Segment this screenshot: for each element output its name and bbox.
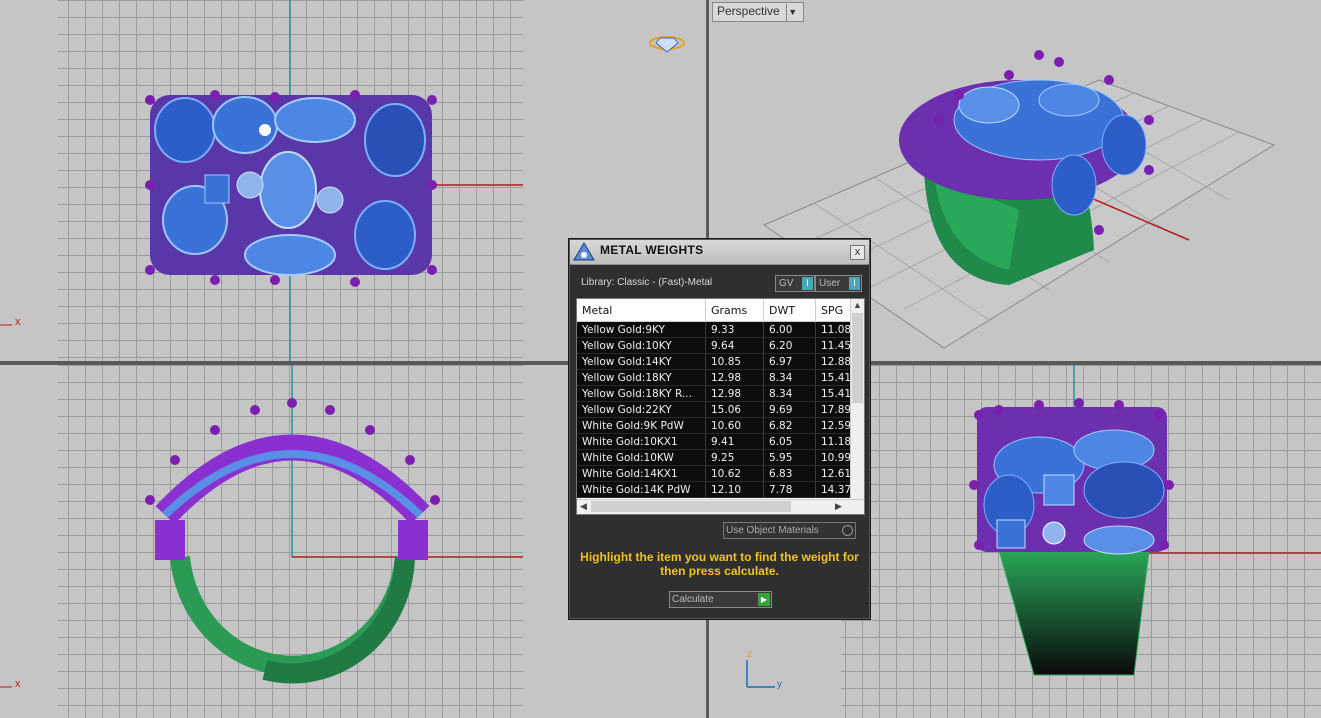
table-cell: 9.41 (705, 433, 764, 450)
table-cell: 6.20 (763, 337, 816, 354)
vertical-scrollbar[interactable]: ▲ (850, 299, 864, 499)
gizmo-y-label: y (777, 679, 782, 690)
table-cell: 12.10 (705, 481, 764, 498)
table-cell: 6.05 (763, 433, 816, 450)
user-toggle[interactable]: User I (815, 275, 862, 292)
toggle-knob-icon: I (802, 277, 813, 290)
toggle-knob-icon: I (849, 277, 860, 290)
table-cell: 9.64 (705, 337, 764, 354)
table-cell: 9.69 (763, 401, 816, 418)
instruction-text: Highlight the item you want to find the … (580, 550, 859, 578)
table-cell: White Gold:10KX1 (577, 433, 706, 450)
chevron-down-icon[interactable]: ▼ (785, 4, 799, 21)
play-icon: ▶ (758, 593, 770, 606)
app-logo-icon (573, 242, 595, 261)
scroll-left-icon[interactable]: ◀ (580, 501, 587, 512)
table-cell: Yellow Gold:10KY (577, 337, 706, 354)
column-header-grams[interactable]: Grams (705, 299, 764, 322)
scrollbar-thumb[interactable] (591, 501, 791, 512)
table-cell: Yellow Gold:18KY (577, 369, 706, 386)
table-cell: Yellow Gold:18KY R... (577, 385, 706, 402)
table-row[interactable]: Yellow Gold:22KY 15.06 9.69 17.89 (577, 401, 858, 418)
table-row[interactable]: White Gold:9K PdW 10.60 6.82 12.59 (577, 417, 858, 434)
table-cell: 6.00 (763, 321, 816, 338)
table-cell: 15.06 (705, 401, 764, 418)
table-row[interactable]: White Gold:14K PdW 12.10 7.78 14.37 (577, 481, 858, 498)
calculate-button[interactable]: Calculate ▶ (669, 591, 772, 608)
table-cell: 5.95 (763, 449, 816, 466)
scroll-right-icon[interactable]: ▶ (835, 501, 842, 512)
table-cell: 10.85 (705, 353, 764, 370)
library-label: Library: Classic - (Fast)-Metal (581, 277, 713, 288)
column-header-metal[interactable]: Metal (577, 299, 706, 322)
table-cell: 6.82 (763, 417, 816, 434)
metal-weights-dialog: METAL WEIGHTS x Library: Classic - (Fast… (569, 239, 870, 619)
table-cell: Yellow Gold:9KY (577, 321, 706, 338)
table-cell: White Gold:10KW (577, 449, 706, 466)
table-cell: 7.78 (763, 481, 816, 498)
table-cell: Yellow Gold:22KY (577, 401, 706, 418)
horizontal-scrollbar[interactable]: ◀ ▶ (577, 499, 864, 514)
table-cell: 9.33 (705, 321, 764, 338)
table-cell: 9.25 (705, 449, 764, 466)
table-cell: 8.34 (763, 385, 816, 402)
table-cell: 12.98 (705, 369, 764, 386)
use-object-materials-toggle[interactable]: Use Object Materials (723, 522, 856, 539)
view-cube-gem-icon[interactable] (648, 32, 686, 54)
axis-x-label: x (15, 678, 21, 690)
table-header-row: Metal Grams DWT SPG (577, 299, 858, 322)
close-button[interactable]: x (850, 245, 865, 260)
table-cell: 10.60 (705, 417, 764, 434)
table-row[interactable]: Yellow Gold:9KY 9.33 6.00 11.08 (577, 321, 858, 338)
table-row[interactable]: White Gold:10KW 9.25 5.95 10.99 (577, 449, 858, 466)
table-cell: 12.98 (705, 385, 764, 402)
gizmo-z-label: z (747, 649, 752, 660)
table-row[interactable]: Yellow Gold:14KY 10.85 6.97 12.88 (577, 353, 858, 370)
dialog-title: METAL WEIGHTS (600, 243, 704, 257)
gv-toggle[interactable]: GV I (775, 275, 815, 292)
table-row[interactable]: Yellow Gold:18KY 12.98 8.34 15.41 (577, 369, 858, 386)
table-row[interactable]: Yellow Gold:18KY R... 12.98 8.34 15.41 (577, 385, 858, 402)
table-row[interactable]: Yellow Gold:10KY 9.64 6.20 11.45 (577, 337, 858, 354)
scrollbar-thumb[interactable] (852, 313, 863, 403)
dialog-titlebar[interactable]: METAL WEIGHTS x (570, 240, 869, 265)
table-cell: White Gold:9K PdW (577, 417, 706, 434)
table-cell: 6.97 (763, 353, 816, 370)
table-row[interactable]: White Gold:14KX1 10.62 6.83 12.61 (577, 465, 858, 482)
radio-icon (842, 525, 853, 536)
scroll-up-icon[interactable]: ▲ (853, 300, 862, 310)
table-row[interactable]: White Gold:10KX1 9.41 6.05 11.18 (577, 433, 858, 450)
metal-weights-table[interactable]: Metal Grams DWT SPG Yellow Gold:9KY 9.33 6… (576, 298, 865, 515)
table-cell: 6.83 (763, 465, 816, 482)
table-cell: White Gold:14KX1 (577, 465, 706, 482)
column-header-dwt[interactable]: DWT (763, 299, 816, 322)
table-cell: 10.62 (705, 465, 764, 482)
table-cell: 8.34 (763, 369, 816, 386)
axis-x-label: x (15, 316, 21, 328)
table-cell: Yellow Gold:14KY (577, 353, 706, 370)
table-cell: White Gold:14K PdW (577, 481, 706, 498)
viewport-perspective-label[interactable]: Perspective ▼ (712, 2, 804, 22)
